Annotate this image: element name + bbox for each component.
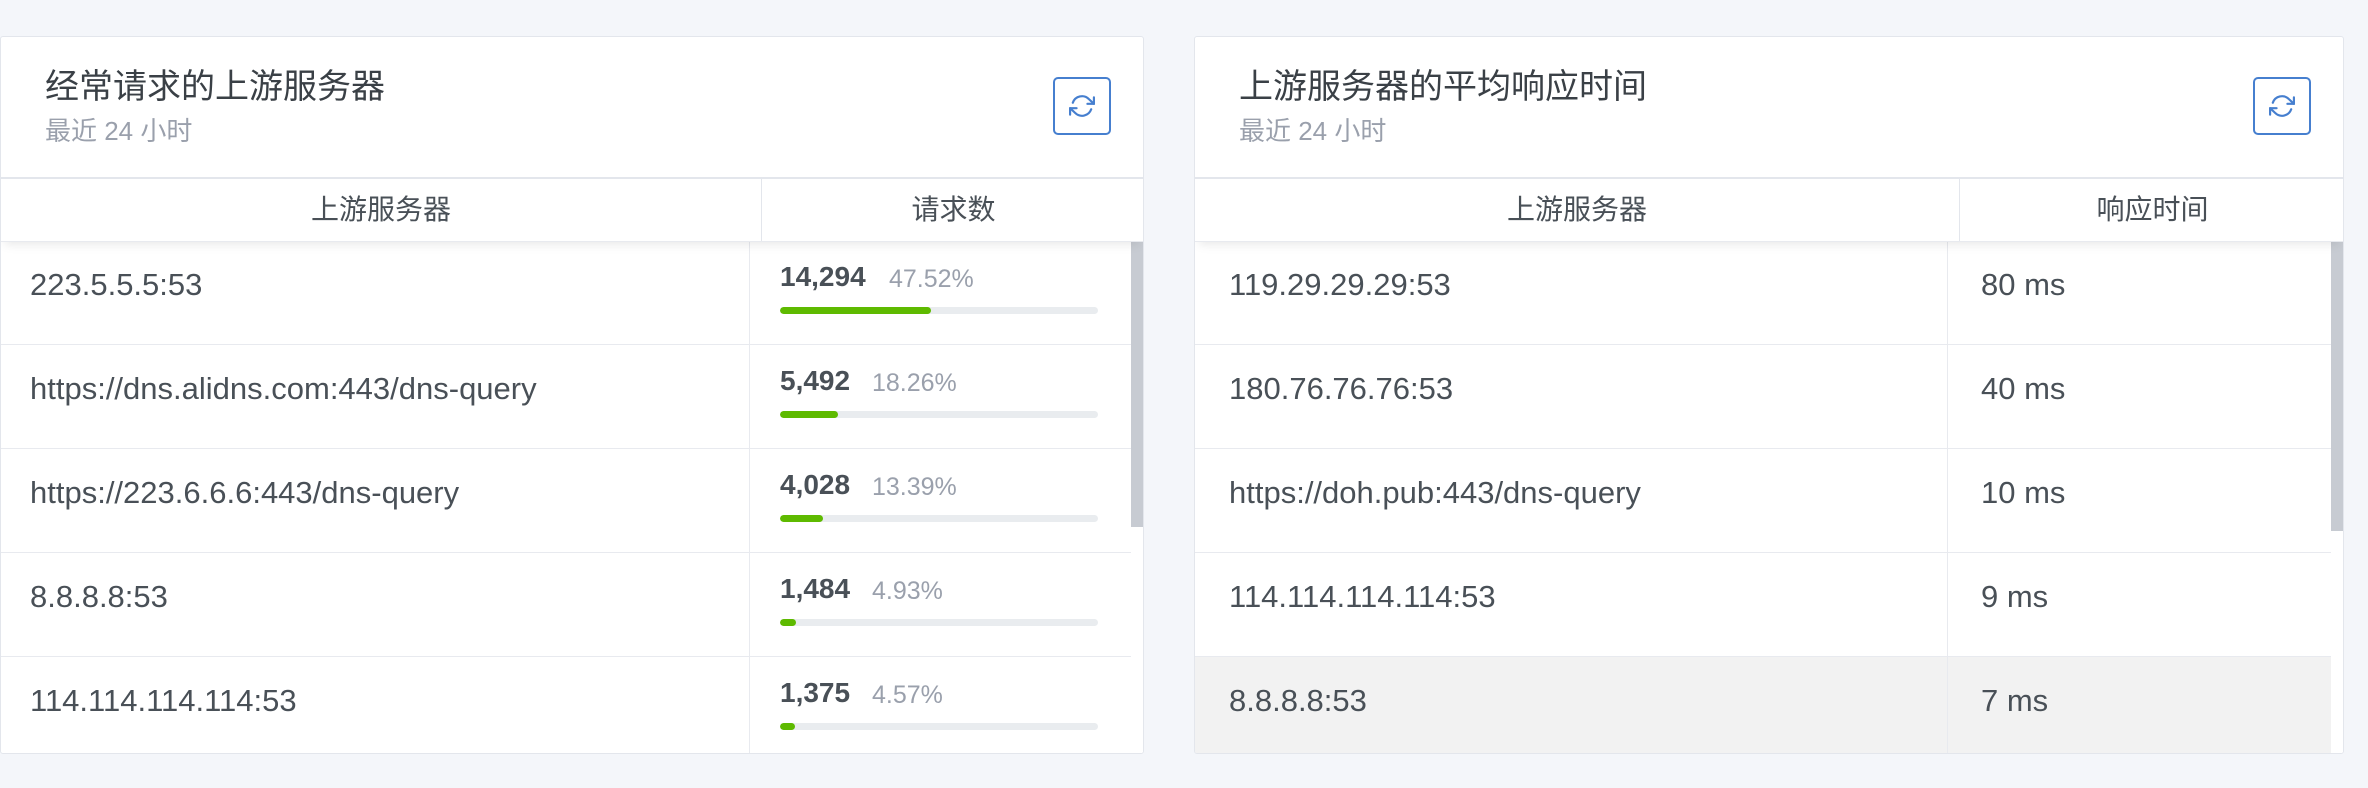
table-header: 上游服务器 请求数 xyxy=(1,179,1143,242)
table-row[interactable]: https://223.6.6.6:443/dns-query 4,028 13.3… xyxy=(1,449,1131,553)
upstream-server: 223.5.5.5:53 xyxy=(30,267,203,302)
card-title: 经常请求的上游服务器 xyxy=(45,68,385,106)
progress-bar xyxy=(780,307,1098,314)
table-row[interactable]: https://dns.alidns.com:443/dns-query 5,49… xyxy=(1,345,1131,449)
response-time: 40 ms xyxy=(1981,371,2066,406)
upstream-server: 114.114.114.114:53 xyxy=(30,683,297,718)
response-time: 10 ms xyxy=(1981,475,2066,510)
column-header-server[interactable]: 上游服务器 xyxy=(1,179,761,241)
refresh-icon xyxy=(1069,95,1095,117)
request-count: 1,484 xyxy=(780,573,851,604)
card-subtitle: 最近 24 小时 xyxy=(45,116,193,146)
upstream-server: 114.114.114.114:53 xyxy=(1229,579,1496,614)
table-row[interactable]: 8.8.8.8:53 7 ms xyxy=(1195,657,2331,753)
column-header-server[interactable]: 上游服务器 xyxy=(1195,179,1959,241)
upstream-server: https://doh.pub:443/dns-query xyxy=(1229,475,1641,510)
request-count: 1,375 xyxy=(780,677,851,708)
refresh-button[interactable] xyxy=(2253,77,2311,135)
progress-bar xyxy=(780,515,1098,522)
refresh-button[interactable] xyxy=(1053,77,1111,135)
card-title: 上游服务器的平均响应时间 xyxy=(1239,68,1647,106)
upstream-server: 180.76.76.76:53 xyxy=(1229,371,1454,406)
request-percent: 4.93% xyxy=(872,577,943,605)
request-percent: 4.57% xyxy=(872,681,943,709)
request-count: 5,492 xyxy=(780,365,851,396)
request-percent: 13.39% xyxy=(872,473,957,501)
response-time: 9 ms xyxy=(1981,579,2049,614)
progress-bar-fill xyxy=(780,307,932,314)
request-percent: 18.26% xyxy=(872,369,957,397)
column-header-requests[interactable]: 请求数 xyxy=(762,179,1143,241)
progress-bar-fill xyxy=(780,723,795,730)
card-subtitle: 最近 24 小时 xyxy=(1239,116,1387,146)
response-time: 7 ms xyxy=(1981,683,2049,718)
table-row[interactable]: 8.8.8.8:53 1,484 4.93% xyxy=(1,553,1131,657)
progress-bar xyxy=(780,723,1098,730)
table-header: 上游服务器 响应时间 xyxy=(1195,179,2343,242)
scrollbar-thumb[interactable] xyxy=(2331,241,2343,531)
progress-bar-fill xyxy=(780,411,839,418)
avg-response-time-card: 上游服务器的平均响应时间 最近 24 小时 上游服务器 响应时间 119.29.… xyxy=(1194,36,2344,754)
progress-bar xyxy=(780,619,1098,626)
refresh-icon xyxy=(2269,95,2295,117)
request-count: 14,294 xyxy=(780,261,866,292)
response-time: 80 ms xyxy=(1981,267,2066,302)
column-header-response-time[interactable]: 响应时间 xyxy=(1960,179,2343,241)
table-row[interactable]: 119.29.29.29:53 80 ms xyxy=(1195,241,2331,345)
table-row[interactable]: 114.114.114.114:53 1,375 4.57% xyxy=(1,657,1131,753)
progress-bar-fill xyxy=(780,515,823,522)
card-header: 上游服务器的平均响应时间 最近 24 小时 xyxy=(1195,37,2343,179)
table-row[interactable]: https://doh.pub:443/dns-query 10 ms xyxy=(1195,449,2331,553)
progress-bar xyxy=(780,411,1098,418)
upstream-server: https://223.6.6.6:443/dns-query xyxy=(30,475,460,510)
progress-bar-fill xyxy=(780,619,796,626)
scrollbar[interactable] xyxy=(1131,241,1143,753)
scrollbar-thumb[interactable] xyxy=(1131,241,1143,527)
table-row[interactable]: 114.114.114.114:53 9 ms xyxy=(1195,553,2331,657)
request-count: 4,028 xyxy=(780,469,851,500)
upstream-server: 119.29.29.29:53 xyxy=(1229,267,1451,302)
upstream-server: 8.8.8.8:53 xyxy=(30,579,168,614)
upstream-server: 8.8.8.8:53 xyxy=(1229,683,1367,718)
table-body[interactable]: 223.5.5.5:53 14,294 47.52% https://dns.alid… xyxy=(1,241,1131,753)
table-row[interactable]: 223.5.5.5:53 14,294 47.52% xyxy=(1,241,1131,345)
scrollbar[interactable] xyxy=(2331,241,2343,753)
top-upstreams-card: 经常请求的上游服务器 最近 24 小时 上游服务器 请求数 223.5.5.5:… xyxy=(0,36,1144,754)
table-body[interactable]: 119.29.29.29:53 80 ms 180.76.76.76:53 40 ms… xyxy=(1195,241,2331,753)
upstream-server: https://dns.alidns.com:443/dns-query xyxy=(30,371,537,406)
request-percent: 47.52% xyxy=(889,265,974,293)
card-header: 经常请求的上游服务器 最近 24 小时 xyxy=(1,37,1143,179)
table-row[interactable]: 180.76.76.76:53 40 ms xyxy=(1195,345,2331,449)
